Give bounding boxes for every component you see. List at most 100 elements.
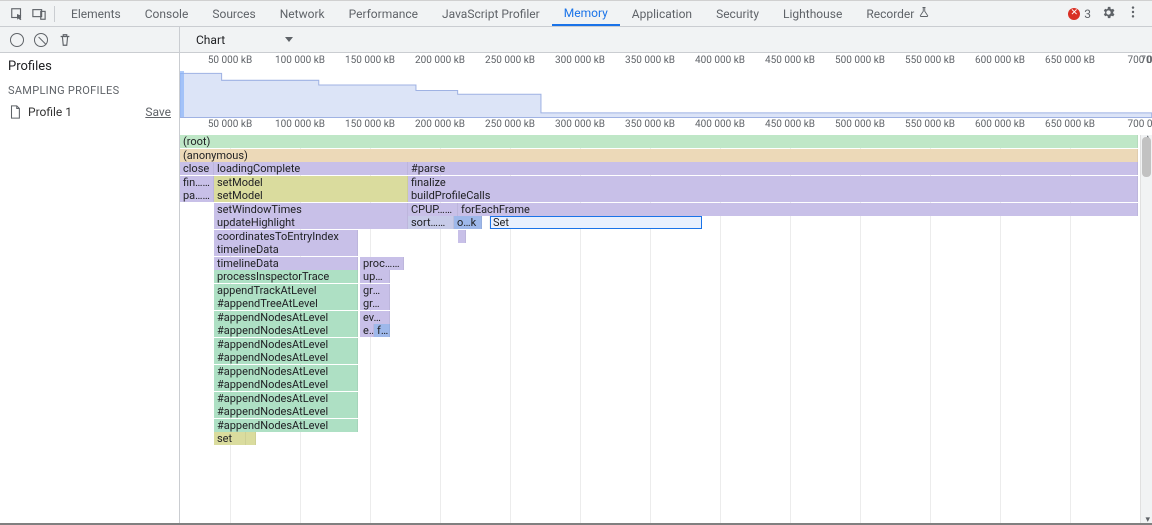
chevron-down-icon [285, 37, 293, 42]
profile-save-link[interactable]: Save [145, 105, 171, 119]
overview-minimap[interactable] [180, 71, 1152, 117]
ruler-tick: 500 000 kB [835, 55, 885, 66]
flame-cell[interactable]: loadingComplete [214, 162, 408, 175]
ruler-tick: 100 000 kB [275, 55, 325, 66]
ruler-tick: 650 000 kB [1045, 55, 1095, 66]
flame-cell[interactable] [482, 216, 490, 229]
flame-cell[interactable]: close [180, 162, 214, 175]
flame-cell[interactable]: gr…ew [360, 297, 390, 310]
error-badge[interactable]: ✕ 3 [1068, 7, 1091, 21]
flame-cell[interactable]: updateHighlight [214, 216, 408, 229]
device-toolbar-icon[interactable] [28, 3, 50, 25]
ruler-tick: 700 0 [1128, 119, 1152, 130]
flame-content: 50 000 kB100 000 kB150 000 kB200 000 kB2… [180, 53, 1152, 523]
ruler-tick: 550 000 kB [905, 55, 955, 66]
tab-console[interactable]: Console [133, 1, 201, 26]
tab-application[interactable]: Application [620, 1, 704, 26]
tab-memory[interactable]: Memory [552, 1, 620, 26]
flame-cell[interactable]: ev…ew [360, 311, 390, 324]
flame-cell[interactable] [246, 432, 256, 445]
tab-elements[interactable]: Elements [59, 1, 133, 26]
more-menu-icon[interactable] [1126, 5, 1140, 22]
clear-icon[interactable] [34, 33, 48, 47]
flame-cell[interactable]: #appendTreeAtLevel [214, 297, 358, 310]
tab-security[interactable]: Security [704, 1, 771, 26]
flame-scrollbar-thumb[interactable] [1142, 137, 1151, 177]
flame-cell[interactable]: gro…ts [360, 284, 390, 297]
flame-cell[interactable]: setWindowTimes [214, 203, 408, 216]
sidebar-title: Profiles [0, 53, 179, 80]
flame-cell[interactable]: #appendNodesAtLevel [214, 311, 358, 324]
memory-toolbar: Chart [0, 27, 1152, 53]
ruler-tick: 550 000 kB [905, 119, 955, 130]
tab-recorder[interactable]: Recorder [854, 1, 942, 26]
tab-lighthouse[interactable]: Lighthouse [771, 1, 854, 26]
flame-cell[interactable]: setModel [214, 189, 408, 202]
flame-cell[interactable]: setModel [214, 176, 408, 189]
flame-cell[interactable]: proc…ata [360, 257, 404, 270]
flame-cell[interactable]: (anonymous) [180, 149, 1138, 162]
flame-chart[interactable]: (root)(anonymous)closeloadingComplete#pa… [180, 135, 1140, 446]
view-mode-select[interactable]: Chart [188, 31, 301, 49]
flame-cell[interactable]: #appendNodesAtLevel [214, 419, 358, 432]
flame-cell[interactable]: fin…ce [180, 176, 214, 189]
flame-cell[interactable]: (root) [180, 135, 1138, 148]
ruler-tick: 150 000 kB [345, 119, 395, 130]
ruler-tick: 100 000 kB [275, 119, 325, 130]
flame-cell[interactable]: o…k [454, 216, 482, 229]
overview-ruler-top: 50 000 kB100 000 kB150 000 kB200 000 kB2… [180, 53, 1152, 71]
inspect-element-icon[interactable] [6, 3, 28, 25]
delete-icon[interactable] [58, 33, 72, 47]
overview-handle-left[interactable] [180, 71, 184, 117]
flame-cell[interactable]: processInspectorTrace [214, 270, 358, 283]
ruler-tick: 600 000 kB [975, 55, 1025, 66]
flame-cell[interactable]: #parse [408, 162, 1138, 175]
ruler-tick: 400 000 kB [695, 119, 745, 130]
flame-cell[interactable]: #appendNodesAtLevel [214, 365, 358, 378]
flame-cell[interactable]: timelineData [214, 243, 358, 256]
flame-cell[interactable]: set [214, 432, 246, 445]
flame-cell[interactable]: pa…at [180, 189, 214, 202]
flame-cell[interactable]: appendTrackAtLevel [214, 284, 358, 297]
sidebar-section-label: SAMPLING PROFILES [0, 80, 179, 101]
flame-scrollbar[interactable]: ▴ ▾ [1140, 135, 1152, 523]
ruler-tick: 350 000 kB [625, 119, 675, 130]
flame-cell[interactable]: #appendNodesAtLevel [214, 351, 358, 364]
view-mode-label: Chart [196, 33, 225, 47]
flame-cell[interactable]: timelineData [214, 257, 358, 270]
flame-cell[interactable]: sort…ples [408, 216, 454, 229]
profile-name: Profile 1 [28, 105, 72, 119]
settings-gear-icon[interactable] [1101, 5, 1116, 23]
ruler-tick: 200 000 kB [415, 119, 465, 130]
ruler-tick: 150 000 kB [345, 55, 395, 66]
ruler-tick: 600 000 kB [975, 119, 1025, 130]
flame-cell[interactable]: #appendNodesAtLevel [214, 392, 358, 405]
flame-cell[interactable] [458, 230, 466, 243]
record-button-icon[interactable] [10, 33, 24, 47]
flame-cell[interactable]: Set [490, 216, 702, 229]
tab-javascript-profiler[interactable]: JavaScript Profiler [430, 1, 552, 26]
ruler-tick: 200 000 kB [415, 55, 465, 66]
scroll-down-icon[interactable]: ▾ [1145, 515, 1150, 523]
profile-list-item[interactable]: Profile 1 Save [0, 101, 179, 123]
ruler-tick: 350 000 kB [625, 55, 675, 66]
flame-cell[interactable]: #appendNodesAtLevel [214, 378, 358, 391]
flame-cell[interactable]: e… [360, 324, 374, 337]
flame-cell[interactable]: CPUP…del [408, 203, 458, 216]
error-icon: ✕ [1068, 8, 1080, 20]
flame-cell[interactable]: #appendNodesAtLevel [214, 324, 358, 337]
tab-performance[interactable]: Performance [337, 1, 430, 26]
flame-cell[interactable]: #appendNodesAtLevel [214, 338, 358, 351]
flame-cell[interactable]: forEachFrame [458, 203, 1138, 216]
flame-cell[interactable]: coordinatesToEntryIndex [214, 230, 358, 243]
flame-cell[interactable]: f…r [374, 324, 390, 337]
tab-sources[interactable]: Sources [200, 1, 267, 26]
devtools-top-tabs: ElementsConsoleSourcesNetworkPerformance… [0, 1, 1152, 27]
ruler-tick: 70 [1140, 55, 1151, 66]
ruler-tick: 300 000 kB [555, 55, 605, 66]
flame-cell[interactable]: finalize [408, 176, 1138, 189]
flame-cell[interactable]: up…up [360, 270, 390, 283]
flame-cell[interactable]: #appendNodesAtLevel [214, 405, 358, 418]
tab-network[interactable]: Network [268, 1, 337, 26]
flame-cell[interactable]: buildProfileCalls [408, 189, 1138, 202]
